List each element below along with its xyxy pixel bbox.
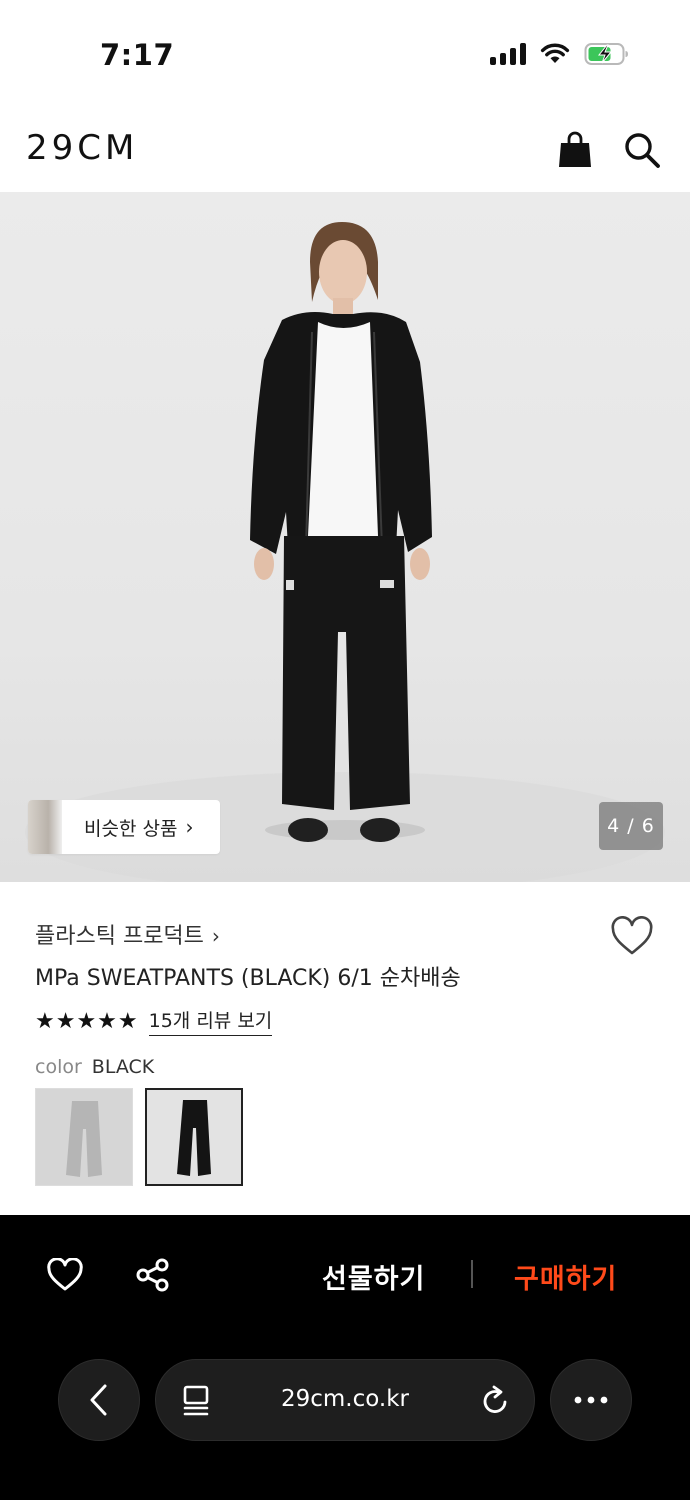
logo[interactable]: 29CM [26,128,138,168]
more-options-button[interactable] [550,1359,632,1441]
app-header: 29CM [0,110,690,192]
shopping-bag-icon[interactable] [553,128,597,172]
address-bar[interactable]: 29cm.co.kr [155,1359,535,1441]
similar-products-label: 비슷한 상품 [84,817,178,840]
browser-back-button[interactable] [58,1359,140,1441]
action-divider [471,1260,473,1288]
product-info: 플라스틱 프로덕트 › MPa SWEATPANTS (BLACK) 6/1 순차… [0,882,690,1215]
color-label: color [35,1056,82,1078]
color-value: BLACK [91,1056,155,1078]
heart-icon[interactable] [43,1253,87,1297]
heart-outline-icon[interactable] [610,916,654,956]
share-icon[interactable] [131,1253,175,1297]
similar-products-button[interactable]: 비슷한 상품 › [28,800,220,854]
rating-stars: ★★★★★ [35,1008,139,1034]
cellular-signal-icon [490,43,526,65]
brand-name: 플라스틱 프로덕트 [35,924,204,949]
status-bar: 7:17 [0,0,690,110]
buy-button[interactable]: 구매하기 [514,1257,617,1296]
chevron-left-icon [90,1384,107,1416]
product-image-carousel[interactable]: 비슷한 상품 › 4 / 6 [0,192,690,882]
chevron-right-icon: › [185,815,194,839]
search-icon[interactable] [620,128,664,172]
gift-button[interactable]: 선물하기 [322,1257,425,1296]
status-icons [490,42,630,66]
model-photo [25,222,665,882]
product-name: MPa SWEATPANTS (BLACK) 6/1 순차배송 [35,966,461,991]
purchase-action-bar: 선물하기 구매하기 [0,1215,690,1500]
chevron-right-icon: › [211,924,220,948]
color-swatch-grey[interactable] [35,1088,133,1186]
more-dots-icon [574,1396,608,1404]
battery-charging-icon [584,43,628,65]
wifi-icon [540,43,570,63]
image-page-indicator: 4 / 6 [599,802,663,850]
review-link[interactable]: 15개 리뷰 보기 [148,1006,273,1036]
reload-icon[interactable] [478,1384,512,1418]
brand-link[interactable]: 플라스틱 프로덕트 › [35,918,220,950]
color-swatch-black[interactable] [145,1088,243,1186]
rating-row: ★★★★★ 15개 리뷰 보기 [35,1006,273,1036]
status-time: 7:17 [100,38,175,72]
similar-products-thumbnail [28,800,62,854]
color-row: color BLACK [35,1056,154,1078]
